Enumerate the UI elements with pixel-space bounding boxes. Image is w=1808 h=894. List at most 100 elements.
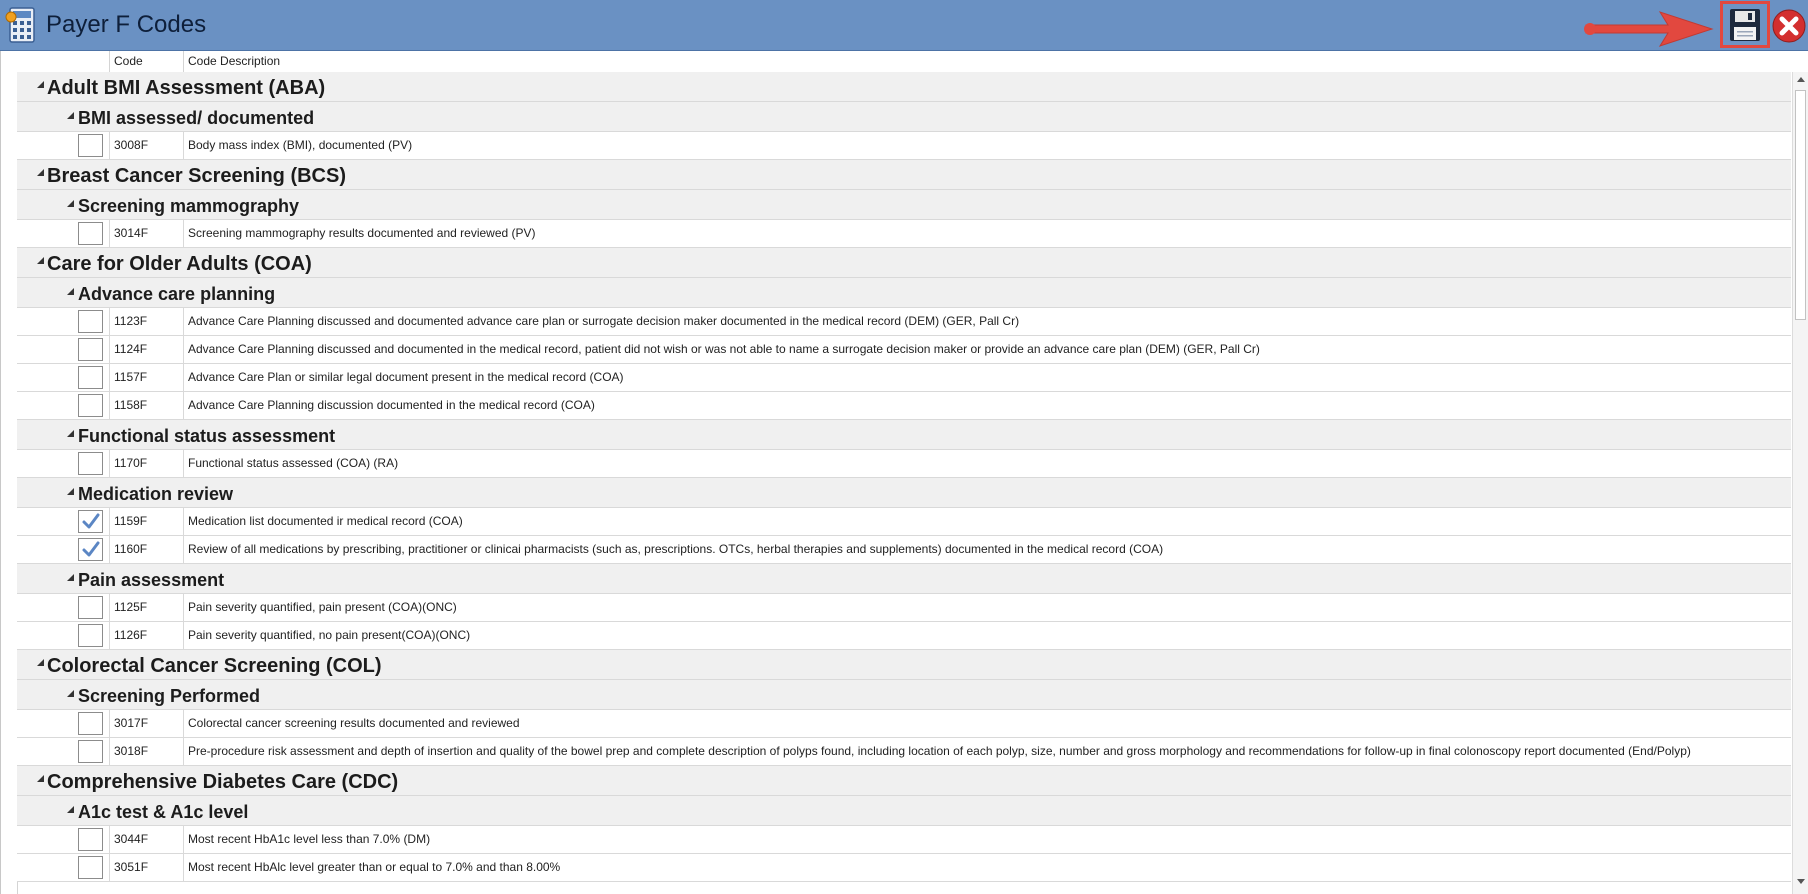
code-row[interactable]: 1158F Advance Care Planning discussion do… [17, 392, 1791, 420]
collapse-triangle-icon[interactable] [67, 488, 74, 495]
group-row-measure[interactable]: Breast Cancer Screening (BCS) [17, 160, 1791, 190]
collapse-triangle-icon[interactable] [67, 200, 74, 207]
code-row[interactable]: 3008F Body mass index (BMI), documented (… [17, 132, 1791, 160]
description-cell: Pain severity quantified, no pain presen… [183, 622, 1791, 649]
code-row[interactable]: 3044F Most recent HbA1c level less than 7… [17, 826, 1791, 854]
group-row-subcategory[interactable]: A1c test & A1c level [17, 796, 1791, 826]
collapse-triangle-icon[interactable] [67, 112, 74, 119]
group-title: Functional status assessment [78, 426, 336, 446]
code-cell: 1170F [109, 450, 183, 477]
grid-header: Code Code Description [1, 51, 1791, 73]
code-row[interactable]: 1125F Pain severity quantified, pain pres… [17, 594, 1791, 622]
scrollbar-thumb[interactable] [1795, 90, 1806, 320]
group-title: Advance care planning [78, 284, 276, 304]
title-bar: Payer F Codes [0, 0, 1808, 51]
code-cell: 3017F [109, 710, 183, 737]
group-row-measure[interactable]: Care for Older Adults (COA) [17, 248, 1791, 278]
description-cell: Review of all medications by prescribing… [183, 536, 1791, 563]
row-selector-column [1, 72, 18, 894]
checkbox[interactable] [78, 740, 103, 763]
calculator-icon [4, 6, 40, 46]
code-row[interactable]: 1124F Advance Care Planning discussed and… [17, 336, 1791, 364]
checkbox[interactable] [78, 394, 103, 417]
code-row[interactable]: 3051F Most recent HbAlc level greater tha… [17, 854, 1791, 882]
description-cell: Most recent HbA1c level less than 7.0% (… [183, 826, 1791, 853]
vertical-scrollbar[interactable] [1792, 72, 1808, 894]
collapse-triangle-icon[interactable] [37, 257, 44, 264]
annotation-arrow-icon [1584, 11, 1714, 47]
collapse-triangle-icon[interactable] [67, 806, 74, 813]
collapse-triangle-icon[interactable] [37, 81, 44, 88]
group-row-subcategory[interactable]: Functional status assessment [17, 420, 1791, 450]
checkbox[interactable] [78, 222, 103, 245]
column-header-code[interactable]: Code [109, 51, 183, 72]
group-row-subcategory[interactable]: Advance care planning [17, 278, 1791, 308]
checkbox-checked[interactable] [78, 538, 103, 561]
close-button[interactable] [1772, 9, 1806, 43]
collapse-triangle-icon[interactable] [37, 775, 44, 782]
code-row[interactable]: 3018F Pre-procedure risk assessment and d… [17, 738, 1791, 766]
description-cell: Pre-procedure risk assessment and depth … [183, 738, 1791, 765]
description-cell: Advance Care Planning discussion documen… [183, 392, 1791, 419]
group-row-measure[interactable]: Colorectal Cancer Screening (COL) [17, 650, 1791, 680]
group-title: Adult BMI Assessment (ABA) [47, 77, 326, 99]
checkbox[interactable] [78, 338, 103, 361]
codes-grid: Code Code Description Adult BMI Assessme… [0, 51, 1808, 894]
collapse-triangle-icon[interactable] [67, 690, 74, 697]
scroll-down-icon[interactable] [1793, 873, 1808, 889]
code-row[interactable]: 1126F Pain severity quantified, no pain p… [17, 622, 1791, 650]
checkbox[interactable] [78, 366, 103, 389]
group-title: Medication review [78, 484, 234, 504]
description-cell: Advance Care Plan or similar legal docum… [183, 364, 1791, 391]
checkbox[interactable] [78, 452, 103, 475]
scroll-up-icon[interactable] [1793, 72, 1808, 88]
collapse-triangle-icon[interactable] [67, 288, 74, 295]
group-row-subcategory[interactable]: Screening Performed [17, 680, 1791, 710]
checkbox[interactable] [78, 828, 103, 851]
collapse-triangle-icon[interactable] [67, 430, 74, 437]
code-cell: 1157F [109, 364, 183, 391]
code-row[interactable]: 3014F Screening mammography results docum… [17, 220, 1791, 248]
checkbox[interactable] [78, 712, 103, 735]
group-title: Screening Performed [78, 686, 261, 706]
group-title: Care for Older Adults (COA) [47, 253, 312, 275]
group-title: Colorectal Cancer Screening (COL) [47, 655, 382, 677]
checkbox[interactable] [78, 856, 103, 879]
code-row[interactable]: 3017F Colorectal cancer screening results… [17, 710, 1791, 738]
description-cell: Advance Care Planning discussed and docu… [183, 336, 1791, 363]
checkbox[interactable] [78, 310, 103, 333]
description-cell: Body mass index (BMI), documented (PV) [183, 132, 1791, 159]
group-row-subcategory[interactable]: Pain assessment [17, 564, 1791, 594]
code-row[interactable]: 1160F Review of all medications by prescr… [17, 536, 1791, 564]
collapse-triangle-icon[interactable] [37, 169, 44, 176]
collapse-triangle-icon[interactable] [67, 574, 74, 581]
group-title: A1c test & A1c level [78, 802, 249, 822]
code-cell: 1159F [109, 508, 183, 535]
group-row-measure[interactable]: Comprehensive Diabetes Care (CDC) [17, 766, 1791, 796]
group-row-subcategory[interactable]: Medication review [17, 478, 1791, 508]
code-row[interactable]: 1123F Advance Care Planning discussed and… [17, 308, 1791, 336]
column-header-description[interactable]: Code Description [183, 51, 1791, 72]
code-cell: 1158F [109, 392, 183, 419]
group-title: Screening mammography [78, 196, 300, 216]
group-title: Pain assessment [78, 570, 225, 590]
save-button[interactable] [1720, 1, 1770, 48]
collapse-triangle-icon[interactable] [37, 659, 44, 666]
group-row-subcategory[interactable]: BMI assessed/ documented [17, 102, 1791, 132]
code-cell: 1124F [109, 336, 183, 363]
checkbox[interactable] [78, 134, 103, 157]
checkbox-checked[interactable] [78, 510, 103, 533]
description-cell: Pain severity quantified, pain present (… [183, 594, 1791, 621]
code-row[interactable]: 1157F Advance Care Plan or similar legal … [17, 364, 1791, 392]
group-title: Breast Cancer Screening (BCS) [47, 165, 346, 187]
window-title: Payer F Codes [46, 11, 207, 38]
code-cell: 3008F [109, 132, 183, 159]
group-row-measure[interactable]: Adult BMI Assessment (ABA) [17, 72, 1791, 102]
checkbox[interactable] [78, 596, 103, 619]
checkbox[interactable] [78, 624, 103, 647]
code-row[interactable]: 1159F Medication list documented ir medic… [17, 508, 1791, 536]
description-cell: Advance Care Planning discussed and docu… [183, 308, 1791, 335]
code-row[interactable]: 1170F Functional status assessed (COA) (R… [17, 450, 1791, 478]
group-row-subcategory[interactable]: Screening mammography [17, 190, 1791, 220]
description-cell: Colorectal cancer screening results docu… [183, 710, 1791, 737]
